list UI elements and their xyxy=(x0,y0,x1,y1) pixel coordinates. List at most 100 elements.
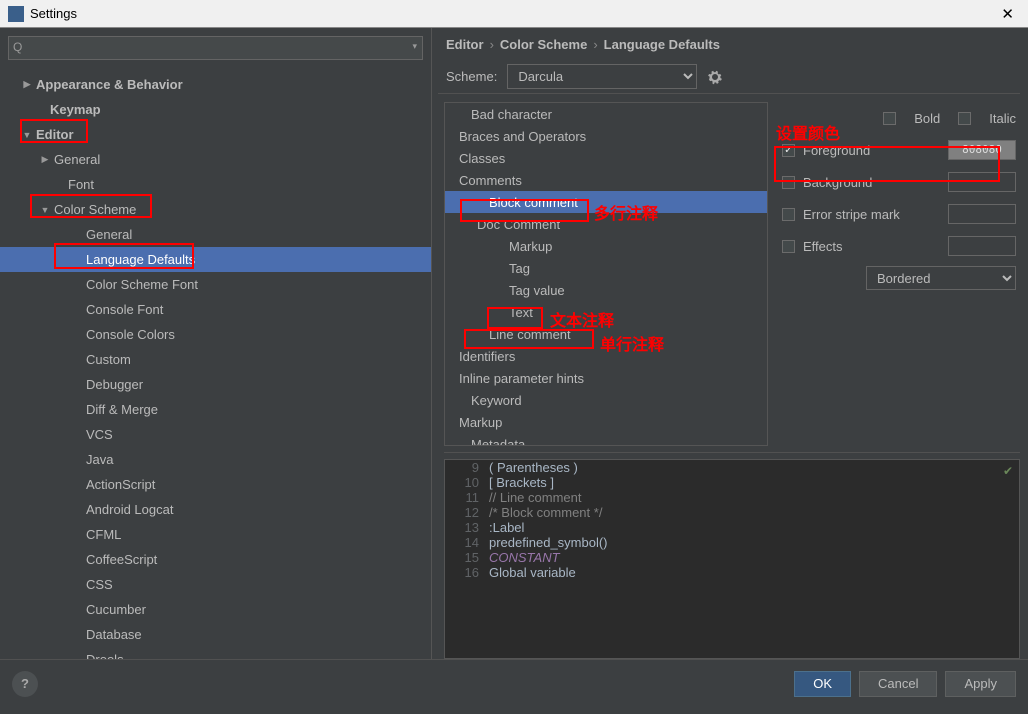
attr-label: Comments xyxy=(459,173,522,188)
errorstripe-checkbox[interactable] xyxy=(782,208,795,221)
tree-item[interactable]: CoffeeScript xyxy=(0,547,431,572)
tree-item[interactable]: ActionScript xyxy=(0,472,431,497)
tree-label: Font xyxy=(68,177,94,192)
code-text: Global variable xyxy=(489,565,576,580)
tree-item[interactable]: Drools xyxy=(0,647,431,659)
history-icon[interactable]: ▾ xyxy=(412,41,417,52)
bold-checkbox[interactable] xyxy=(883,112,896,125)
tree-item[interactable]: VCS xyxy=(0,422,431,447)
window-title: Settings xyxy=(30,6,77,21)
tree-item[interactable]: General xyxy=(0,147,431,172)
tree-item[interactable]: Language Defaults xyxy=(0,247,431,272)
effects-swatch[interactable] xyxy=(948,236,1016,256)
titlebar: Settings ✕ xyxy=(0,0,1028,28)
attr-item[interactable]: Line comment xyxy=(445,323,767,345)
attr-label: Text xyxy=(509,305,533,320)
tree-label: Editor xyxy=(36,127,74,142)
tree-item[interactable]: CSS xyxy=(0,572,431,597)
effects-checkbox[interactable] xyxy=(782,240,795,253)
effects-type-select[interactable]: Bordered xyxy=(866,266,1016,290)
attr-item[interactable]: Tag value xyxy=(445,279,767,301)
tree-item[interactable]: Console Font xyxy=(0,297,431,322)
ok-button[interactable]: OK xyxy=(794,671,851,697)
tree-label: Debugger xyxy=(86,377,143,392)
line-number: 10 xyxy=(445,475,489,490)
tree-item[interactable]: Color Scheme Font xyxy=(0,272,431,297)
tree-label: CoffeeScript xyxy=(86,552,157,567)
tree-label: Diff & Merge xyxy=(86,402,158,417)
attr-item[interactable]: Braces and Operators xyxy=(445,125,767,147)
attr-item[interactable]: Markup xyxy=(445,235,767,257)
tree-item[interactable]: Keymap xyxy=(0,97,431,122)
tree-item[interactable]: Appearance & Behavior xyxy=(0,72,431,97)
foreground-checkbox[interactable] xyxy=(782,144,795,157)
code-preview: ✔ 9( Parentheses )10[ Brackets ]11// Lin… xyxy=(444,459,1020,659)
preview-line: 12/* Block comment */ xyxy=(445,505,1019,520)
help-icon[interactable]: ? xyxy=(12,671,38,697)
chevron-right-icon: › xyxy=(490,37,494,52)
scheme-select[interactable]: Darcula xyxy=(507,64,697,89)
background-swatch[interactable] xyxy=(948,172,1016,192)
attr-item[interactable]: Inline parameter hints xyxy=(445,367,767,389)
tree-item[interactable]: Custom xyxy=(0,347,431,372)
tree-label: Drools xyxy=(86,652,124,659)
cancel-button[interactable]: Cancel xyxy=(859,671,937,697)
attr-label: Metadata xyxy=(471,437,525,447)
attr-item[interactable]: Comments xyxy=(445,169,767,191)
italic-checkbox[interactable] xyxy=(958,112,971,125)
preview-line: 15CONSTANT xyxy=(445,550,1019,565)
breadcrumb: Editor › Color Scheme › Language Default… xyxy=(438,28,1028,60)
tree-item[interactable]: CFML xyxy=(0,522,431,547)
scheme-label: Scheme: xyxy=(446,69,497,84)
attr-item[interactable]: Text xyxy=(445,301,767,323)
attr-item[interactable]: Block comment xyxy=(445,191,767,213)
attr-item[interactable]: Metadata xyxy=(445,433,767,446)
tree-label: Color Scheme Font xyxy=(86,277,198,292)
attr-item[interactable]: Tag xyxy=(445,257,767,279)
tree-arrow-icon xyxy=(22,79,32,90)
apply-button[interactable]: Apply xyxy=(945,671,1016,697)
tree-item[interactable]: Cucumber xyxy=(0,597,431,622)
preview-line: 13:Label xyxy=(445,520,1019,535)
tree-label: Android Logcat xyxy=(86,502,173,517)
crumb-colorscheme[interactable]: Color Scheme xyxy=(500,37,587,52)
tree-item[interactable]: Color Scheme xyxy=(0,197,431,222)
tree-item[interactable]: Java xyxy=(0,447,431,472)
errorstripe-swatch[interactable] xyxy=(948,204,1016,224)
attr-label: Identifiers xyxy=(459,349,515,364)
attr-item[interactable]: Classes xyxy=(445,147,767,169)
settings-tree[interactable]: Appearance & Behavior Keymap Editor General… xyxy=(0,68,431,659)
attr-item[interactable]: Bad character xyxy=(445,103,767,125)
attr-item[interactable]: Markup xyxy=(445,411,767,433)
attr-item[interactable]: Doc Comment xyxy=(445,213,767,235)
foreground-label: Foreground xyxy=(803,143,870,158)
crumb-langdefaults[interactable]: Language Defaults xyxy=(604,37,720,52)
search-input[interactable] xyxy=(8,36,423,60)
tree-label: Custom xyxy=(86,352,131,367)
line-number: 9 xyxy=(445,460,489,475)
tree-item[interactable]: Editor xyxy=(0,122,431,147)
attribute-tree[interactable]: Bad character Braces and OperatorsClasses… xyxy=(445,103,767,446)
attr-label: Tag value xyxy=(509,283,565,298)
tree-item[interactable]: Database xyxy=(0,622,431,647)
crumb-editor[interactable]: Editor xyxy=(446,37,484,52)
close-icon[interactable]: ✕ xyxy=(995,3,1020,25)
attr-label: Doc Comment xyxy=(477,217,560,232)
tree-item[interactable]: Console Colors xyxy=(0,322,431,347)
code-text: ( Parentheses ) xyxy=(489,460,578,475)
tree-label: Appearance & Behavior xyxy=(36,77,183,92)
preview-line: 10[ Brackets ] xyxy=(445,475,1019,490)
attr-label: Bad character xyxy=(471,107,552,122)
tree-label: Color Scheme xyxy=(54,202,136,217)
attr-item[interactable]: Identifiers xyxy=(445,345,767,367)
background-checkbox[interactable] xyxy=(782,176,795,189)
gear-icon[interactable] xyxy=(707,69,723,85)
attr-item[interactable]: Keyword xyxy=(445,389,767,411)
tree-item[interactable]: Android Logcat xyxy=(0,497,431,522)
tree-item[interactable]: General xyxy=(0,222,431,247)
tree-item[interactable]: Diff & Merge xyxy=(0,397,431,422)
preview-line: 9( Parentheses ) xyxy=(445,460,1019,475)
foreground-swatch[interactable]: 808080 xyxy=(948,140,1016,160)
tree-item[interactable]: Font xyxy=(0,172,431,197)
tree-item[interactable]: Debugger xyxy=(0,372,431,397)
